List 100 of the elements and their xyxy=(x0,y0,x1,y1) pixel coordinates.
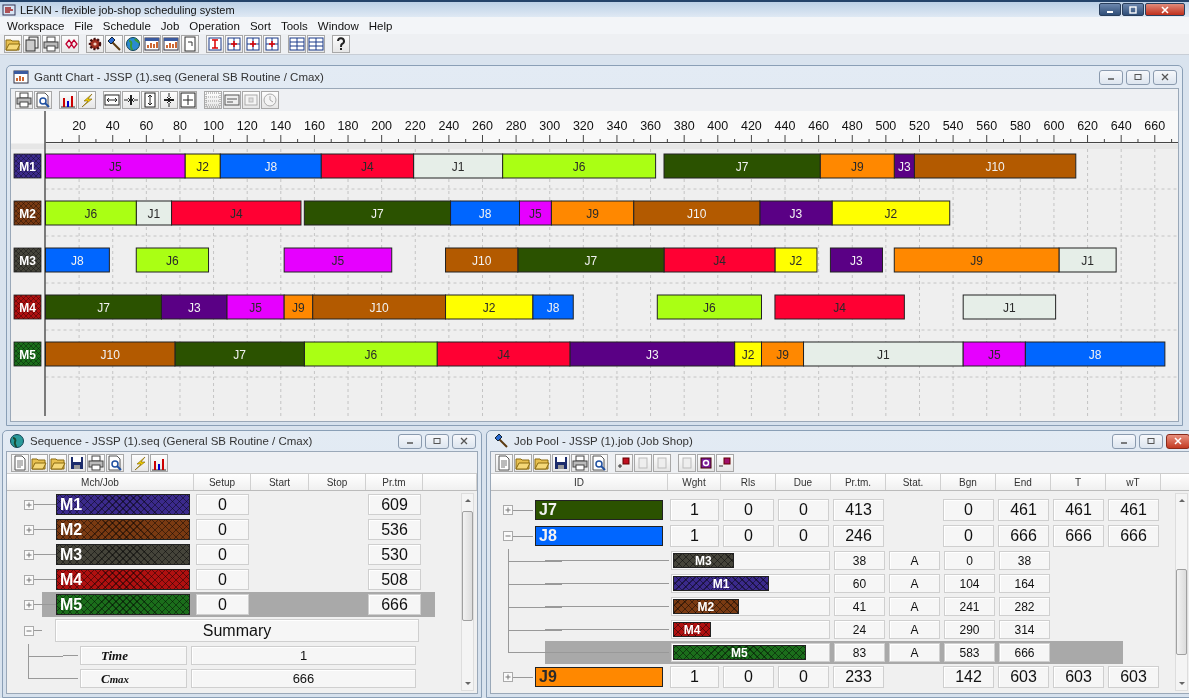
task-bar[interactable]: J7 xyxy=(303,200,452,226)
printer-icon[interactable] xyxy=(571,453,589,472)
tiles-icon[interactable] xyxy=(288,35,306,53)
task-bar[interactable]: J5 xyxy=(283,247,393,273)
table-row[interactable]: J7 1 0 0 413 0 461 461 461 xyxy=(533,497,1175,523)
table-row[interactable]: M1 60 A 104 164 xyxy=(545,572,1123,595)
task-bar[interactable]: J3 xyxy=(829,247,883,273)
globe-icon[interactable] xyxy=(124,35,142,53)
panel-icon[interactable] xyxy=(223,91,241,109)
folder-icon[interactable] xyxy=(49,453,67,472)
chart-window-icon[interactable] xyxy=(143,35,161,53)
table-row[interactable]: M5 83 A 583 666 xyxy=(545,641,1123,664)
fit-all-icon[interactable] xyxy=(179,91,197,109)
task-bar[interactable]: J5 xyxy=(962,341,1026,367)
task-bar[interactable]: J7 xyxy=(663,153,821,179)
task-bar[interactable]: J1 xyxy=(413,153,504,179)
save-icon[interactable] xyxy=(552,453,570,472)
scrollbar[interactable] xyxy=(1175,493,1188,691)
table-row[interactable]: M5 0 666 xyxy=(42,592,435,617)
grid-icon[interactable] xyxy=(244,35,262,53)
hammer-icon[interactable] xyxy=(105,35,123,53)
restore-button[interactable] xyxy=(1139,433,1163,449)
task-bar[interactable]: J8 xyxy=(1024,341,1166,367)
column-header[interactable]: Rls xyxy=(721,474,776,490)
menu-item[interactable]: Operation xyxy=(184,19,245,32)
table-row[interactable]: J8 1 0 0 246 0 666 666 666 xyxy=(533,523,1175,549)
task-bar[interactable]: J2 xyxy=(831,200,951,226)
pages-icon[interactable] xyxy=(23,35,41,53)
column-header[interactable]: Wght xyxy=(668,474,721,490)
task-bar[interactable]: J8 xyxy=(219,153,322,179)
bar-chart-icon[interactable] xyxy=(59,91,77,109)
task-bar[interactable]: J5 xyxy=(226,294,285,320)
preview-icon[interactable] xyxy=(590,453,608,472)
column-header[interactable]: Bgn xyxy=(941,474,996,490)
remove-icon[interactable] xyxy=(716,453,734,472)
printer-icon[interactable] xyxy=(42,35,60,53)
column-header[interactable]: T xyxy=(1051,474,1106,490)
column-icon[interactable] xyxy=(206,35,224,53)
down-arrow-icon[interactable] xyxy=(1177,681,1186,687)
menu-item[interactable]: Job xyxy=(155,19,185,32)
task-bar[interactable]: J9 xyxy=(893,247,1060,273)
printer-icon[interactable] xyxy=(15,91,33,109)
expand-icon[interactable] xyxy=(24,599,34,610)
column-header[interactable]: ID xyxy=(491,474,668,490)
task-bar[interactable]: J3 xyxy=(160,294,228,320)
column-header[interactable]: Mch/Job xyxy=(7,474,194,490)
fit-height-icon[interactable] xyxy=(141,91,159,109)
up-arrow-icon[interactable] xyxy=(1177,497,1186,503)
restore-button[interactable] xyxy=(1126,69,1150,85)
task-bar[interactable]: J1 xyxy=(962,294,1057,320)
table-row[interactable]: M3 0 530 xyxy=(42,542,435,567)
task-bar[interactable]: J6 xyxy=(135,247,210,273)
folder-icon[interactable] xyxy=(514,453,532,472)
menu-item[interactable]: Sort xyxy=(244,19,276,32)
preview-icon[interactable] xyxy=(34,91,52,109)
preview-icon[interactable] xyxy=(106,453,124,472)
gear-icon[interactable] xyxy=(86,35,104,53)
column-header[interactable]: Start xyxy=(251,474,309,490)
task-bar[interactable]: J3 xyxy=(759,200,833,226)
page-icon[interactable] xyxy=(181,35,199,53)
tiles-icon[interactable] xyxy=(307,35,325,53)
task-bar[interactable]: J5 xyxy=(45,153,186,179)
task-bar[interactable]: J6 xyxy=(656,294,762,320)
task-bar[interactable]: J9 xyxy=(819,153,895,179)
table-row[interactable]: M2 0 536 xyxy=(42,517,435,542)
fit-width-icon[interactable] xyxy=(103,91,121,109)
task-bar[interactable]: J9 xyxy=(550,200,635,226)
chart-window-icon[interactable] xyxy=(162,35,180,53)
task-bar[interactable]: J6 xyxy=(502,153,657,179)
help-icon[interactable] xyxy=(332,35,350,53)
task-bar[interactable]: J3 xyxy=(893,153,915,179)
expand-icon[interactable] xyxy=(24,549,34,560)
task-bar[interactable]: J9 xyxy=(761,341,804,367)
task-bar[interactable]: J2 xyxy=(184,153,221,179)
add-icon[interactable] xyxy=(615,453,633,472)
task-bar[interactable]: J7 xyxy=(517,247,665,273)
save-icon[interactable] xyxy=(68,453,86,472)
folder-icon[interactable] xyxy=(533,453,551,472)
task-bar[interactable]: J10 xyxy=(445,247,519,273)
task-bar[interactable]: J1 xyxy=(803,341,964,367)
scrollbar[interactable] xyxy=(461,493,474,691)
task-bar[interactable]: J4 xyxy=(171,200,302,226)
table-row[interactable]: M4 24 A 290 314 xyxy=(545,618,1123,641)
expand-icon[interactable] xyxy=(503,505,513,515)
expand-icon[interactable] xyxy=(503,672,513,682)
table-row[interactable]: M3 38 A 0 38 xyxy=(545,549,1123,572)
task-bar[interactable]: J4 xyxy=(320,153,415,179)
dotted-grid-icon[interactable] xyxy=(204,91,222,109)
document-icon[interactable] xyxy=(495,453,513,472)
task-bar[interactable]: J2 xyxy=(445,294,534,320)
task-bar[interactable]: J3 xyxy=(569,341,736,367)
expand-icon[interactable] xyxy=(24,524,34,535)
task-bar[interactable]: J1 xyxy=(1058,247,1117,273)
column-header[interactable]: End xyxy=(996,474,1051,490)
column-header[interactable]: Stop xyxy=(309,474,366,490)
column-header[interactable]: Due xyxy=(776,474,831,490)
menu-item[interactable]: Workspace xyxy=(2,19,70,32)
task-bar[interactable]: J10 xyxy=(913,153,1077,179)
table-row[interactable]: M1 0 609 xyxy=(42,492,435,517)
menu-item[interactable]: Help xyxy=(363,19,398,32)
